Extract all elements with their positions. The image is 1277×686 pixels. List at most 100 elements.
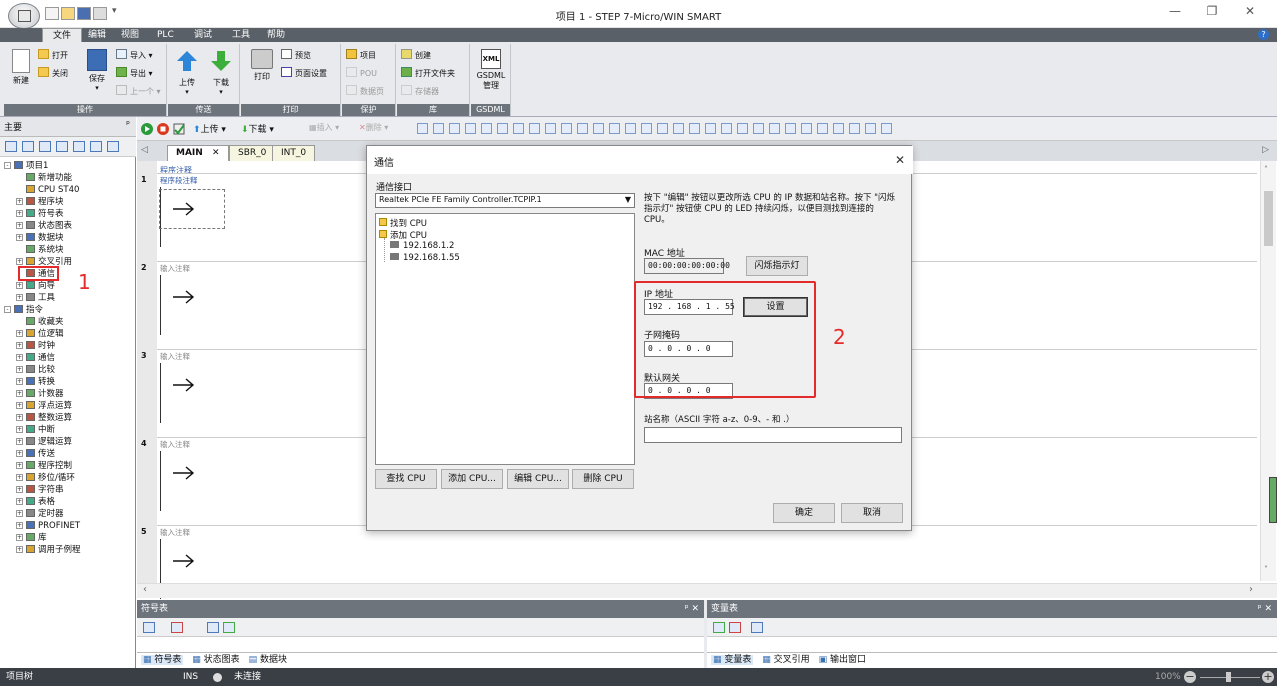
- editor-tool-icon[interactable]: [481, 123, 492, 134]
- tree-tool-icon[interactable]: [90, 141, 102, 152]
- expand-icon[interactable]: +: [16, 414, 23, 421]
- zoom-in-icon[interactable]: +: [1262, 671, 1274, 683]
- editor-tool-icon[interactable]: [673, 123, 684, 134]
- protect-project-button[interactable]: 项目: [346, 49, 376, 63]
- scroll-left-icon[interactable]: ‹: [143, 584, 147, 595]
- tree-node[interactable]: + 向导: [4, 280, 134, 292]
- editor-tool-icon[interactable]: [513, 123, 524, 134]
- download-button[interactable]: 下载 ▾: [206, 49, 236, 96]
- tab-data-block[interactable]: ▤ 数据块: [249, 655, 287, 665]
- pin-icon[interactable]: ᵖ: [126, 120, 130, 130]
- scroll-thumb[interactable]: [1264, 191, 1273, 246]
- expand-icon[interactable]: +: [16, 438, 23, 445]
- scroll-right-icon[interactable]: ›: [1249, 584, 1253, 595]
- selection-cursor[interactable]: [159, 189, 225, 229]
- tree-tool-icon[interactable]: [56, 141, 68, 152]
- tree-node[interactable]: - 指令: [4, 304, 134, 316]
- interface-select[interactable]: Realtek PCIe FE Family Controller.TCPIP.…: [375, 193, 635, 208]
- tab-close-icon[interactable]: ✕: [212, 148, 220, 158]
- tree-node[interactable]: 系统块: [4, 244, 134, 256]
- toolbar-insert-button[interactable]: ▦插入 ▾: [309, 122, 339, 133]
- expand-icon[interactable]: +: [16, 450, 23, 457]
- memory-button[interactable]: 存储器: [401, 85, 439, 99]
- tree-found-cpu[interactable]: 找到 CPU: [379, 217, 427, 229]
- tree-node[interactable]: + 时钟: [4, 340, 134, 352]
- tree-node[interactable]: 收藏夹: [4, 316, 134, 328]
- tree-node[interactable]: + 逻辑运算: [4, 436, 134, 448]
- editor-tool-icon[interactable]: [737, 123, 748, 134]
- editor-tool-icon[interactable]: [529, 123, 540, 134]
- expand-icon[interactable]: +: [16, 210, 23, 217]
- expand-icon[interactable]: +: [16, 234, 23, 241]
- zoom-out-icon[interactable]: −: [1184, 671, 1196, 683]
- network-comment[interactable]: 输入注释: [160, 439, 190, 450]
- tree-node[interactable]: + 定时器: [4, 508, 134, 520]
- tree-node[interactable]: + 字符串: [4, 484, 134, 496]
- expand-icon[interactable]: +: [16, 474, 23, 481]
- editor-tool-icon[interactable]: [593, 123, 604, 134]
- editor-tool-icon[interactable]: [561, 123, 572, 134]
- editor-tool-icon[interactable]: [625, 123, 636, 134]
- editor-tool-icon[interactable]: [449, 123, 460, 134]
- menu-plc[interactable]: PLC: [157, 28, 174, 42]
- tree-node[interactable]: + 工具: [4, 292, 134, 304]
- expand-icon[interactable]: +: [16, 294, 23, 301]
- page-setup-button[interactable]: 页面设置: [281, 67, 327, 81]
- tree-node[interactable]: - 项目1: [4, 160, 134, 172]
- collapse-icon[interactable]: -: [4, 306, 11, 313]
- tree-node[interactable]: + 中断: [4, 424, 134, 436]
- scroll-right-icon[interactable]: ▷: [1262, 145, 1269, 155]
- expand-icon[interactable]: +: [16, 546, 23, 553]
- menu-view[interactable]: 视图: [121, 28, 139, 42]
- panel-pin-close-icon[interactable]: ᵖ ✕: [685, 600, 699, 618]
- editor-tool-icon[interactable]: [705, 123, 716, 134]
- upload-button[interactable]: 上传 ▾: [172, 49, 202, 96]
- open-library-folder-button[interactable]: 打开文件夹: [401, 67, 455, 81]
- tree-node[interactable]: + 比较: [4, 364, 134, 376]
- tree-node[interactable]: + PROFINET: [4, 520, 134, 532]
- stop-icon[interactable]: [157, 123, 169, 135]
- delete-row-icon[interactable]: [729, 622, 741, 633]
- expand-icon[interactable]: +: [16, 462, 23, 469]
- expand-icon[interactable]: +: [16, 282, 23, 289]
- create-library-button[interactable]: 创建: [401, 49, 431, 63]
- network-comment[interactable]: 输入注释: [160, 263, 190, 274]
- horizontal-scrollbar[interactable]: ‹ ›: [137, 583, 1277, 598]
- cpu-entry-selected[interactable]: 192.168.1.55: [390, 253, 460, 263]
- tab-int0[interactable]: INT_0: [272, 145, 316, 161]
- network-comment[interactable]: 输入注释: [160, 527, 190, 538]
- tree-node[interactable]: + 状态图表: [4, 220, 134, 232]
- protect-datapage-button[interactable]: 数据页: [346, 85, 384, 99]
- expand-icon[interactable]: +: [16, 390, 23, 397]
- menu-edit[interactable]: 编辑: [88, 28, 106, 42]
- print-button[interactable]: 打印: [247, 49, 277, 82]
- editor-tool-icon[interactable]: [817, 123, 828, 134]
- tree-node[interactable]: + 表格: [4, 496, 134, 508]
- tree-node[interactable]: + 传送: [4, 448, 134, 460]
- editor-tool-icon[interactable]: [881, 123, 892, 134]
- tab-symbol-table[interactable]: ▦ 符号表: [141, 655, 184, 665]
- restore-icon[interactable]: ❐: [1197, 4, 1227, 22]
- editor-tool-icon[interactable]: [433, 123, 444, 134]
- insert-row-icon[interactable]: [713, 622, 725, 633]
- close-icon[interactable]: ✕: [895, 153, 905, 167]
- open-button[interactable]: 打开: [38, 49, 68, 63]
- tab-variable-table[interactable]: ▦ 变量表: [711, 655, 754, 665]
- expand-icon[interactable]: +: [16, 402, 23, 409]
- tab-sbr0[interactable]: SBR_0: [229, 145, 276, 161]
- tree-node[interactable]: + 移位/循环: [4, 472, 134, 484]
- toolbar-delete-button[interactable]: ✕删除 ▾: [359, 122, 388, 133]
- editor-tool-icon[interactable]: [753, 123, 764, 134]
- ok-button[interactable]: 确定: [773, 503, 835, 523]
- tree-node[interactable]: + 转换: [4, 376, 134, 388]
- expand-icon[interactable]: +: [16, 426, 23, 433]
- tree-added-cpu[interactable]: 添加 CPU: [379, 229, 427, 241]
- tree-tool-icon[interactable]: [22, 141, 34, 152]
- editor-tool-icon[interactable]: [545, 123, 556, 134]
- editor-tool-icon[interactable]: [833, 123, 844, 134]
- protect-pou-button[interactable]: POU: [346, 67, 377, 81]
- menu-tools[interactable]: 工具: [232, 28, 250, 42]
- tree-node[interactable]: CPU ST40: [4, 184, 134, 196]
- tree-node[interactable]: + 位逻辑: [4, 328, 134, 340]
- editor-tool-icon[interactable]: [641, 123, 652, 134]
